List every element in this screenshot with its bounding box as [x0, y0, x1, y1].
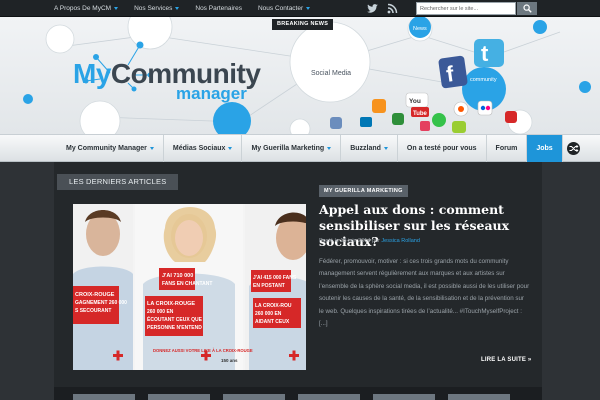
nav-item-guerilla-marketing[interactable]: My Guerilla Marketing	[242, 135, 342, 162]
thumbnail[interactable]	[148, 394, 210, 400]
nav-item-label: My Community Manager	[66, 145, 147, 152]
panel-badge: 150 ans	[221, 358, 238, 363]
post-category-badge[interactable]: MY GUERILLA MARKETING	[319, 185, 408, 197]
shuffle-icon	[567, 142, 581, 155]
svg-text:Tube: Tube	[413, 111, 428, 117]
top-nav: A Propos De MyCM Nos Services Nos Parten…	[54, 0, 326, 17]
panel-text: 260 000 EN	[147, 309, 174, 315]
top-nav-partners[interactable]: Nos Partenaires	[195, 5, 242, 12]
main-nav-items: My Community Manager Médias Sociaux My G…	[57, 135, 585, 162]
top-nav-services[interactable]: Nos Services	[134, 5, 180, 12]
panel-text: S SECOURANT	[75, 308, 111, 314]
bubble-label: community	[470, 77, 497, 83]
red-cross-campaign-image: CROIX-ROUGE GAGNEMENT 260 000 S SECOURAN…	[73, 204, 306, 370]
nav-item-on-a-teste[interactable]: On a testé pour vous	[398, 135, 487, 162]
panel-text: CROIX-ROUGE	[75, 292, 115, 298]
post-date: Posté le 18 juin 2014 par	[319, 238, 380, 244]
top-nav-about[interactable]: A Propos De MyCM	[54, 5, 119, 12]
panel-cta: DONNEZ AUSSI VOTRE LIKE À LA CROIX-ROUGE	[153, 348, 253, 353]
panel-text: EN POSTANT	[253, 283, 285, 289]
main-nav: My Community Manager Médias Sociaux My G…	[0, 134, 600, 162]
nav-item-my-community-manager[interactable]: My Community Manager	[57, 135, 164, 162]
thumbnail[interactable]	[448, 394, 510, 400]
nav-item-jobs[interactable]: Jobs	[527, 135, 563, 162]
panel-text: 260 000 EN	[255, 311, 282, 317]
panel-text: LA CROIX-ROU	[255, 303, 292, 309]
nav-item-buzzland[interactable]: Buzzland	[341, 135, 398, 162]
chevron-down-icon	[306, 7, 311, 10]
breaking-news-label[interactable]: BREAKING NEWS	[272, 19, 334, 30]
nav-item-label: Forum	[495, 145, 518, 152]
panel-text: AIDANT CEUX	[255, 319, 290, 325]
bubble-label: News	[413, 26, 427, 32]
panel-text: J'AI 710 000	[162, 273, 193, 279]
thumbnail[interactable]	[373, 394, 435, 400]
panel-text: PERSONNE N'ENTEND	[147, 325, 202, 331]
top-bar: A Propos De MyCM Nos Services Nos Parten…	[0, 0, 600, 17]
content-area: LES DERNIERS ARTICLES CROIX-ROUGE GAGNEM…	[0, 162, 600, 400]
top-nav-label: A Propos De MyCM	[54, 5, 112, 12]
search-icon	[522, 4, 532, 13]
chevron-down-icon	[149, 147, 154, 150]
read-more-link[interactable]: LIRE LA SUITE »	[481, 357, 531, 363]
logo-subtext: manager	[176, 84, 247, 103]
twitter-icon[interactable]	[366, 2, 379, 15]
svg-text:You: You	[409, 98, 421, 105]
search-input[interactable]: Rechercher sur le site...	[416, 2, 516, 15]
nav-item-label: Jobs	[536, 145, 553, 152]
post-author-link[interactable]: Jessica Rolland	[381, 238, 420, 244]
chevron-down-icon	[383, 147, 388, 150]
nav-item-forum[interactable]: Forum	[487, 135, 528, 162]
bubble-label: Social Media	[311, 70, 351, 77]
panel-text: ÉCOUTANT CEUX QUE	[147, 315, 203, 323]
nav-item-label: Médias Sociaux	[172, 145, 226, 152]
top-nav-contact[interactable]: Nous Contacter	[257, 5, 311, 12]
top-nav-label: Nous Contacter	[257, 5, 304, 12]
chevron-down-icon	[175, 7, 180, 10]
svg-text:t: t	[481, 41, 489, 66]
top-nav-label: Nos Partenaires	[195, 5, 242, 12]
rss-icon[interactable]	[386, 2, 399, 15]
header-network-graphic: f t You Tube Social Media News community	[23, 17, 591, 134]
panel-text: J'AI 415 000 FANS	[253, 275, 297, 281]
panel-text: GAGNEMENT 260 000	[75, 300, 127, 306]
site-header: f t You Tube Social Media News community	[0, 17, 600, 134]
nav-item-label: On a testé pour vous	[406, 145, 477, 152]
search-button[interactable]	[517, 2, 537, 15]
post-excerpt: Fédérer, promouvoir, motiver : si ces tr…	[319, 258, 530, 328]
thumbnail[interactable]	[298, 394, 360, 400]
shuffle-button[interactable]	[563, 135, 585, 162]
post-featured-image[interactable]: CROIX-ROUGE GAGNEMENT 260 000 S SECOURAN…	[73, 204, 306, 370]
nav-item-label: My Guerilla Marketing	[251, 145, 325, 152]
section-title: LES DERNIERS ARTICLES	[57, 174, 179, 190]
chevron-down-icon	[327, 147, 332, 150]
nav-item-medias-sociaux[interactable]: Médias Sociaux	[164, 135, 243, 162]
chevron-down-icon	[114, 7, 119, 10]
panel-text: LA CROIX-ROUGE	[147, 301, 195, 307]
top-nav-label: Nos Services	[134, 5, 173, 12]
thumbnail[interactable]	[223, 394, 285, 400]
panel-text: FANS EN CHANTANT	[162, 281, 212, 287]
post-meta: Posté le 18 juin 2014 par Jessica Rollan…	[319, 238, 420, 244]
chevron-down-icon	[228, 147, 233, 150]
thumbnail[interactable]	[73, 394, 135, 400]
nav-item-label: Buzzland	[350, 145, 381, 152]
